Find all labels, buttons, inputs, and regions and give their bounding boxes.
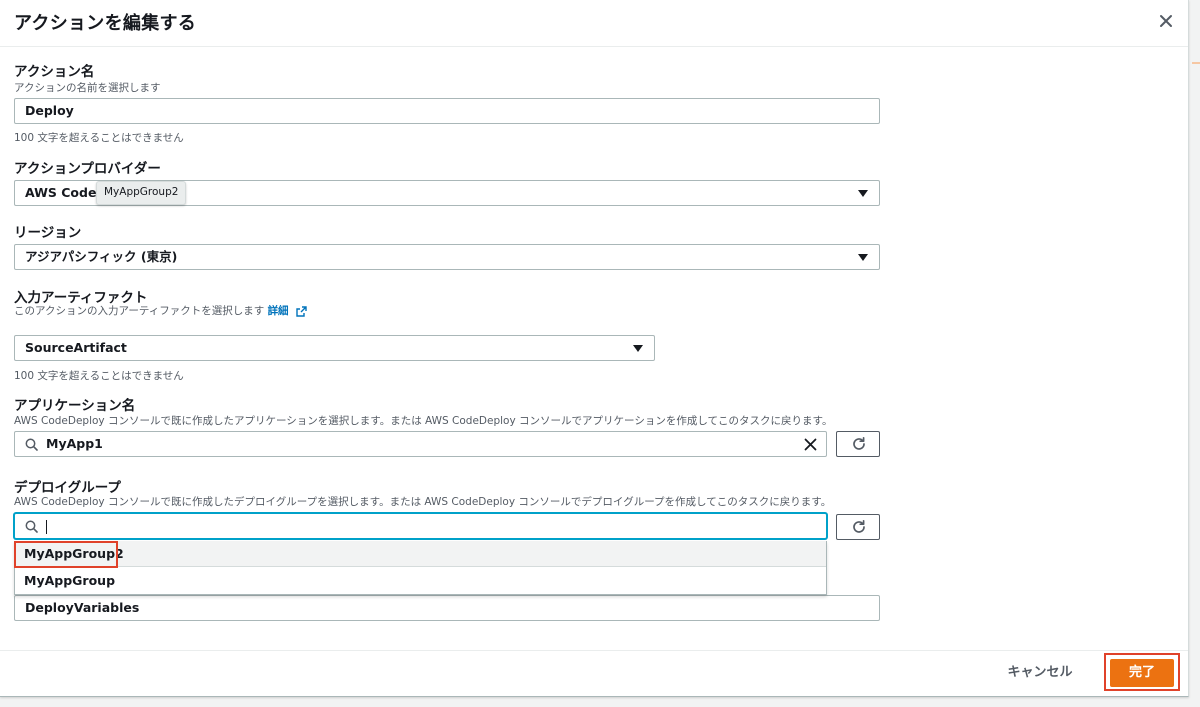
- action-name-description: アクションの名前を選択します: [14, 82, 161, 94]
- search-icon: [25, 438, 38, 451]
- caret-down-icon: [633, 345, 643, 352]
- deploy-group-search-input[interactable]: [14, 513, 827, 539]
- deploy-group-description: AWS CodeDeploy コンソールで既に作成したデプロイグループを選択しま…: [14, 496, 832, 508]
- clear-icon[interactable]: [804, 438, 817, 451]
- input-artifact-value: SourceArtifact: [25, 340, 127, 355]
- modal-title: アクションを編集する: [14, 13, 197, 34]
- input-artifact-description-row: このアクションの入力アーティファクトを選択します 詳細: [14, 303, 307, 318]
- edit-action-modal: アクションを編集する アクション名 アクションの名前を選択します Deploy …: [0, 0, 1189, 697]
- variable-namespace-value: DeployVariables: [25, 600, 140, 615]
- application-refresh-button[interactable]: [836, 431, 880, 457]
- background-page-mark: [1192, 62, 1200, 86]
- learn-more-link[interactable]: 詳細: [268, 305, 308, 317]
- caret-down-icon: [858, 190, 868, 197]
- action-name-input[interactable]: Deploy: [14, 98, 880, 124]
- action-name-value: Deploy: [25, 103, 74, 118]
- input-artifact-select[interactable]: SourceArtifact: [14, 335, 655, 361]
- deploy-group-dropdown: MyAppGroup2 MyAppGroup: [14, 541, 827, 595]
- dropdown-option-myappgroup[interactable]: MyAppGroup: [15, 568, 826, 594]
- application-search-input[interactable]: MyApp1: [14, 431, 827, 457]
- close-button[interactable]: [1156, 11, 1176, 31]
- region-select[interactable]: アジアパシフィック (東京): [14, 244, 880, 270]
- provider-label: アクションプロバイダー: [14, 161, 161, 177]
- cancel-button[interactable]: キャンセル: [990, 662, 1090, 684]
- option-label: MyAppGroup2: [24, 546, 124, 561]
- external-link-icon: [296, 305, 307, 317]
- application-label: アプリケーション名: [14, 398, 136, 414]
- learn-more-label: 詳細: [267, 305, 289, 317]
- tooltip: MyAppGroup2: [96, 181, 187, 205]
- text-cursor: [46, 519, 47, 534]
- refresh-icon: [853, 519, 865, 533]
- close-icon: [1160, 15, 1172, 27]
- action-name-label: アクション名: [14, 64, 95, 80]
- dropdown-option-myappgroup2[interactable]: MyAppGroup2: [15, 541, 826, 567]
- caret-down-icon: [858, 254, 868, 261]
- search-icon: [25, 520, 38, 533]
- application-value: MyApp1: [46, 436, 103, 451]
- application-description: AWS CodeDeploy コンソールで既に作成したアプリケーションを選択しま…: [14, 415, 833, 427]
- option-label: MyAppGroup: [24, 573, 116, 588]
- input-artifact-constraint: 100 文字を超えることはできません: [14, 370, 184, 382]
- input-artifact-description: このアクションの入力アーティファクトを選択します: [14, 305, 265, 317]
- region-value: アジアパシフィック (東京): [25, 249, 178, 264]
- modal-header: アクションを編集する: [0, 0, 1188, 47]
- deploy-group-label: デプロイグループ: [14, 480, 121, 496]
- deploy-group-refresh-button[interactable]: [836, 514, 880, 540]
- done-button[interactable]: 完了: [1110, 659, 1174, 687]
- region-label: リージョン: [14, 225, 82, 241]
- refresh-icon: [853, 436, 865, 450]
- variable-namespace-input[interactable]: DeployVariables: [14, 595, 880, 621]
- action-name-constraint: 100 文字を超えることはできません: [14, 132, 184, 144]
- background-page-strip: [1189, 0, 1200, 707]
